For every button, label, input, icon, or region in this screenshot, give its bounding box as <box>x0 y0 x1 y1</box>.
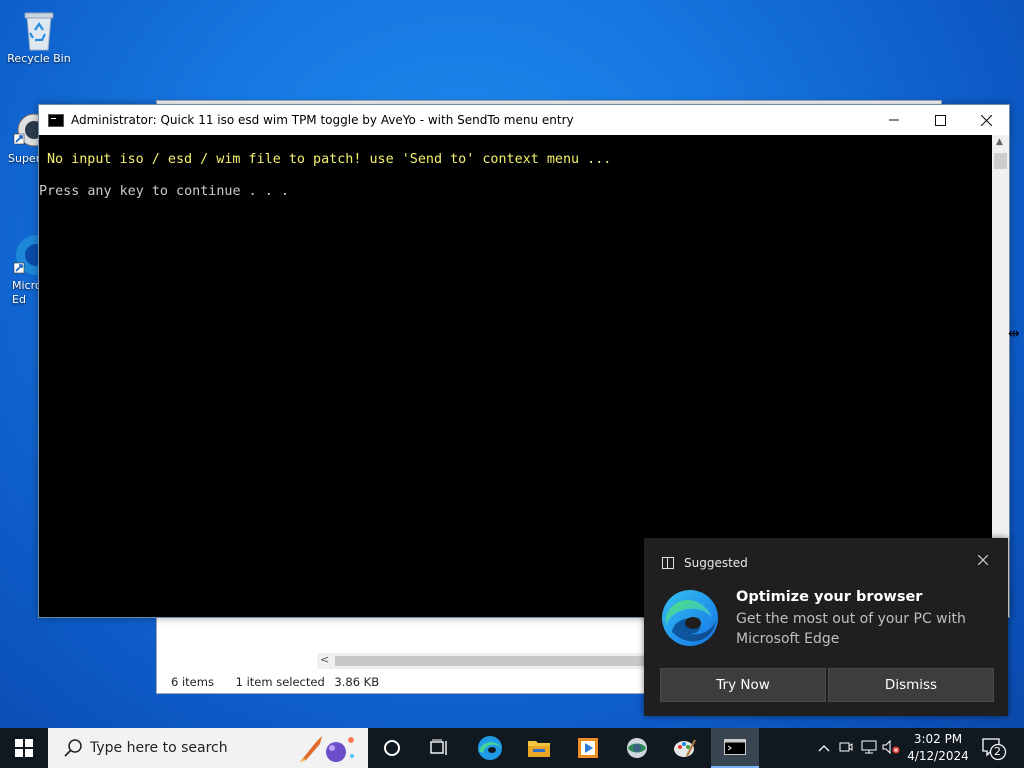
start-button[interactable] <box>0 728 48 768</box>
desktop-icon-recycle-bin[interactable]: Recycle Bin <box>1 8 77 65</box>
minimize-button[interactable] <box>871 105 917 135</box>
dismiss-button[interactable]: Dismiss <box>828 668 994 702</box>
console-error-line: No input iso / esd / wim file to patch! … <box>47 152 612 167</box>
console-app-icon[interactable] <box>48 113 64 127</box>
close-icon <box>977 554 989 566</box>
show-hidden-icons-chevron-icon[interactable] <box>814 741 834 755</box>
folder-icon <box>528 741 550 757</box>
taskbar: Type here to search 3:02 PM 4/12/2024 2 <box>0 728 1024 768</box>
resize-cursor-icon: ⇹ <box>1008 326 1020 342</box>
scroll-left-icon[interactable]: < <box>320 653 329 666</box>
meet-now-icon[interactable] <box>834 740 858 757</box>
status-size: 3.86 KB <box>334 675 380 689</box>
taskbar-clock[interactable]: 3:02 PM 4/12/2024 <box>906 731 970 765</box>
taskbar-edge-button[interactable] <box>466 728 514 768</box>
volume-muted-icon[interactable] <box>880 739 902 757</box>
maximize-icon <box>934 114 946 126</box>
console-icon <box>724 739 746 755</box>
taskbar-media-button[interactable] <box>564 728 612 768</box>
edge-icon <box>478 736 502 760</box>
minimize-icon <box>889 119 899 121</box>
scrollbar-thumb[interactable] <box>994 153 1007 169</box>
toast-header-label: Suggested <box>684 556 748 570</box>
console-titlebar[interactable]: Administrator: Quick 11 iso esd wim TPM … <box>39 105 1009 135</box>
notification-toast[interactable]: Suggested Optimize your browser Get the … <box>644 538 1008 716</box>
taskbar-search-box[interactable]: Type here to search <box>48 728 368 768</box>
window-title: Administrator: Quick 11 iso esd wim TPM … <box>71 113 574 127</box>
try-now-button[interactable]: Try Now <box>660 668 826 702</box>
toast-header: Suggested <box>662 556 748 570</box>
taskbar-paint-button[interactable] <box>661 728 709 768</box>
toast-close-button[interactable] <box>977 553 989 569</box>
console-prompt-line: Press any key to continue . . . <box>39 184 289 199</box>
search-highlight-rocket-icon <box>296 734 358 768</box>
scroll-up-icon[interactable]: ▲ <box>996 137 1003 147</box>
taskbar-app-globe-button[interactable] <box>613 728 661 768</box>
suggestion-icon <box>662 557 674 569</box>
maximize-button[interactable] <box>917 105 963 135</box>
media-player-icon <box>578 738 598 758</box>
task-view-icon <box>430 739 447 755</box>
windows-logo-icon <box>15 739 33 757</box>
close-button[interactable] <box>963 105 1009 135</box>
cortana-icon <box>384 740 400 756</box>
taskbar-console-button[interactable] <box>711 728 759 768</box>
desktop-icon-label: Recycle Bin <box>7 52 71 65</box>
clock-time: 3:02 PM <box>913 732 963 746</box>
toast-body: Get the most out of your PC with Microso… <box>736 611 966 647</box>
close-icon <box>980 114 992 126</box>
clock-date: 4/12/2024 <box>907 749 969 763</box>
taskbar-file-explorer-button[interactable] <box>515 728 563 768</box>
edge-logo-icon <box>660 588 720 648</box>
system-tray <box>814 728 902 768</box>
globe-app-icon <box>627 738 647 758</box>
network-icon[interactable] <box>858 740 880 757</box>
search-icon <box>62 737 84 759</box>
paint-icon <box>674 739 696 757</box>
status-selected: 1 item selected <box>235 675 325 689</box>
status-item-count: 6 items <box>171 675 214 689</box>
toast-headline: Optimize your browser <box>736 589 923 605</box>
cortana-button[interactable] <box>368 728 416 768</box>
status-bar: 6 items 1 item selected 3.86 KB <box>171 675 397 689</box>
notification-icon <box>982 738 1007 761</box>
recycle-bin-icon <box>19 8 59 51</box>
task-view-button[interactable] <box>416 728 464 768</box>
action-center-button[interactable]: 2 <box>978 736 1008 762</box>
notification-count-badge: 2 <box>994 745 1001 758</box>
search-placeholder: Type here to search <box>90 740 228 756</box>
